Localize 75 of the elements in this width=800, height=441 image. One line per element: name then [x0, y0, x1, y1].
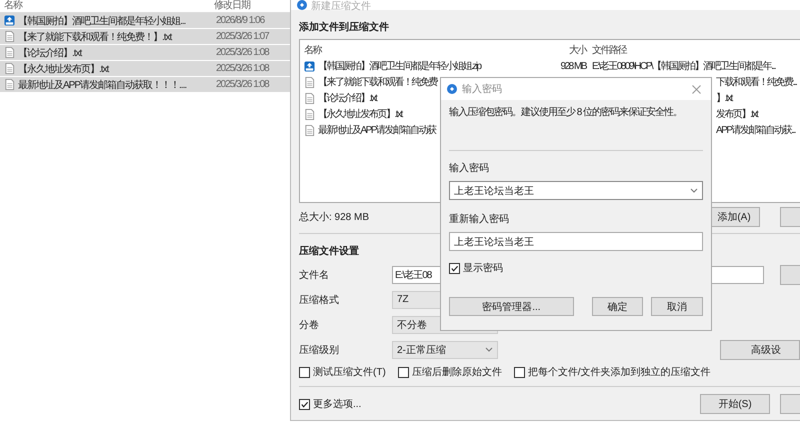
- file-name: 【韩国厕拍】酒吧卫生间都是年轻小姐姐.zip: [318, 60, 481, 73]
- option-label: 显示密码: [463, 262, 503, 275]
- field-label: 分卷: [299, 318, 320, 332]
- document-icon: [304, 92, 315, 104]
- modified-date: 2025/3/26 1:08: [216, 79, 270, 90]
- field-label: 压缩格式: [299, 294, 340, 306]
- column-header[interactable]: 文件路径: [592, 43, 800, 57]
- checkbox[interactable]: [514, 366, 525, 378]
- column-header[interactable]: 大小: [550, 43, 586, 57]
- total-size: 总大小: 928 MB: [299, 210, 370, 224]
- dropdown-caret-icon: [485, 347, 493, 352]
- field-label: 压缩级别: [299, 344, 340, 356]
- file-name: 【论坛介绍】.txt: [18, 46, 82, 60]
- start-button[interactable]: 开始(S): [700, 394, 770, 414]
- checkbox[interactable]: [449, 262, 460, 274]
- checkbox[interactable]: [299, 366, 310, 378]
- document-icon: [4, 79, 15, 90]
- column-header[interactable]: 名称: [4, 0, 214, 12]
- file-path: APP请发邮箱自动获...: [716, 124, 796, 137]
- file-row[interactable]: 【永久地址发布页】.txt 2025/3/26 1:08: [0, 61, 290, 76]
- file-name: 【来了就能下载和观看！纯免费！】.txt: [18, 30, 172, 44]
- dropdown-caret-icon: [690, 188, 698, 193]
- file-path: 】.txt: [716, 92, 734, 105]
- column-header[interactable]: 名称: [304, 43, 544, 57]
- window-title: 新建压缩文件: [311, 1, 371, 12]
- document-icon: [304, 108, 315, 120]
- dialog-title: 输入密码: [462, 82, 502, 96]
- dialog-button[interactable]: 确定: [592, 297, 644, 316]
- option-label: 把每个文件/文件夹添加到独立的压缩文件: [528, 366, 711, 379]
- file-name: 最新地址及APP请发邮箱自动获取！！！....: [18, 78, 186, 92]
- file-name: 【永久地址发布页】.txt: [18, 62, 108, 76]
- archive-icon: [4, 15, 15, 26]
- dialog-button[interactable]: 取消: [651, 297, 704, 316]
- dialog-button[interactable]: 密码管理器...: [449, 297, 574, 316]
- field-label: 输入密码: [449, 162, 490, 175]
- section-title: 压缩文件设置: [299, 244, 360, 258]
- section-title: 添加文件到压缩文件: [299, 20, 390, 34]
- modified-date: 2025/3/26 1:08: [216, 47, 270, 58]
- dropdown[interactable]: 2-正常压缩: [392, 340, 498, 358]
- file-path: E:\老王0809\HCP\【韩国厕拍】酒吧卫生间都是年...: [592, 60, 776, 73]
- file-path: 发布页】.txt: [716, 108, 759, 121]
- option-label: 压缩后删除原始文件: [412, 366, 502, 379]
- file-row[interactable]: 最新地址及APP请发邮箱自动获取！！！.... 2025/3/26 1:08: [0, 77, 290, 92]
- file-name: 【来了就能下载和观看！纯免费: [318, 76, 437, 89]
- option-label: 测试压缩文件(T): [313, 366, 386, 379]
- confirm-password-field[interactable]: 上老王论坛当老王: [449, 232, 703, 251]
- advanced-button[interactable]: 高级设: [720, 340, 800, 360]
- instruction-text: 输入压缩包密码。建议使用至少 8 位的密码来保证安全性。: [449, 106, 684, 120]
- modified-date: 2026/8/9 1:06: [216, 15, 266, 26]
- file-path: 下载和观看！纯免费...: [716, 76, 798, 89]
- app-icon: [447, 84, 457, 94]
- field-label: 文件名: [299, 268, 330, 282]
- file-row[interactable]: 【论坛介绍】.txt 2025/3/26 1:08: [0, 45, 290, 60]
- field-label: 重新输入密码: [449, 212, 510, 226]
- modified-date: 2025/3/26 1:08: [216, 63, 270, 74]
- file-size: 928 MB: [560, 60, 586, 72]
- column-header[interactable]: 修改日期: [214, 0, 286, 12]
- file-name: 最新地址及APP请发邮箱自动获: [318, 124, 436, 137]
- close-icon[interactable]: [692, 84, 701, 94]
- archive-icon: [304, 60, 315, 72]
- file-name: 【永久地址发布页】.txt: [318, 108, 402, 121]
- checkbox[interactable]: [398, 366, 409, 378]
- modified-date: 2025/3/26 1:07: [216, 31, 270, 42]
- document-icon: [4, 31, 15, 42]
- file-name: 【韩国厕拍】酒吧卫生间都是年轻小姐姐...: [18, 14, 186, 28]
- password-field[interactable]: 上老王论坛当老王: [449, 181, 703, 200]
- file-row[interactable]: 【来了就能下载和观看！纯免费！】.txt 2025/3/26 1:07: [0, 29, 290, 44]
- document-icon: [4, 47, 15, 58]
- document-icon: [304, 76, 315, 88]
- checkbox[interactable]: [299, 398, 310, 410]
- document-icon: [4, 63, 15, 74]
- document-icon: [304, 124, 315, 136]
- option-label: 更多选项...: [313, 398, 362, 411]
- file-name: 【论坛介绍】.txt: [318, 92, 376, 105]
- file-row[interactable]: 【韩国厕拍】酒吧卫生间都是年轻小姐姐... 2026/8/9 1:06: [0, 13, 290, 28]
